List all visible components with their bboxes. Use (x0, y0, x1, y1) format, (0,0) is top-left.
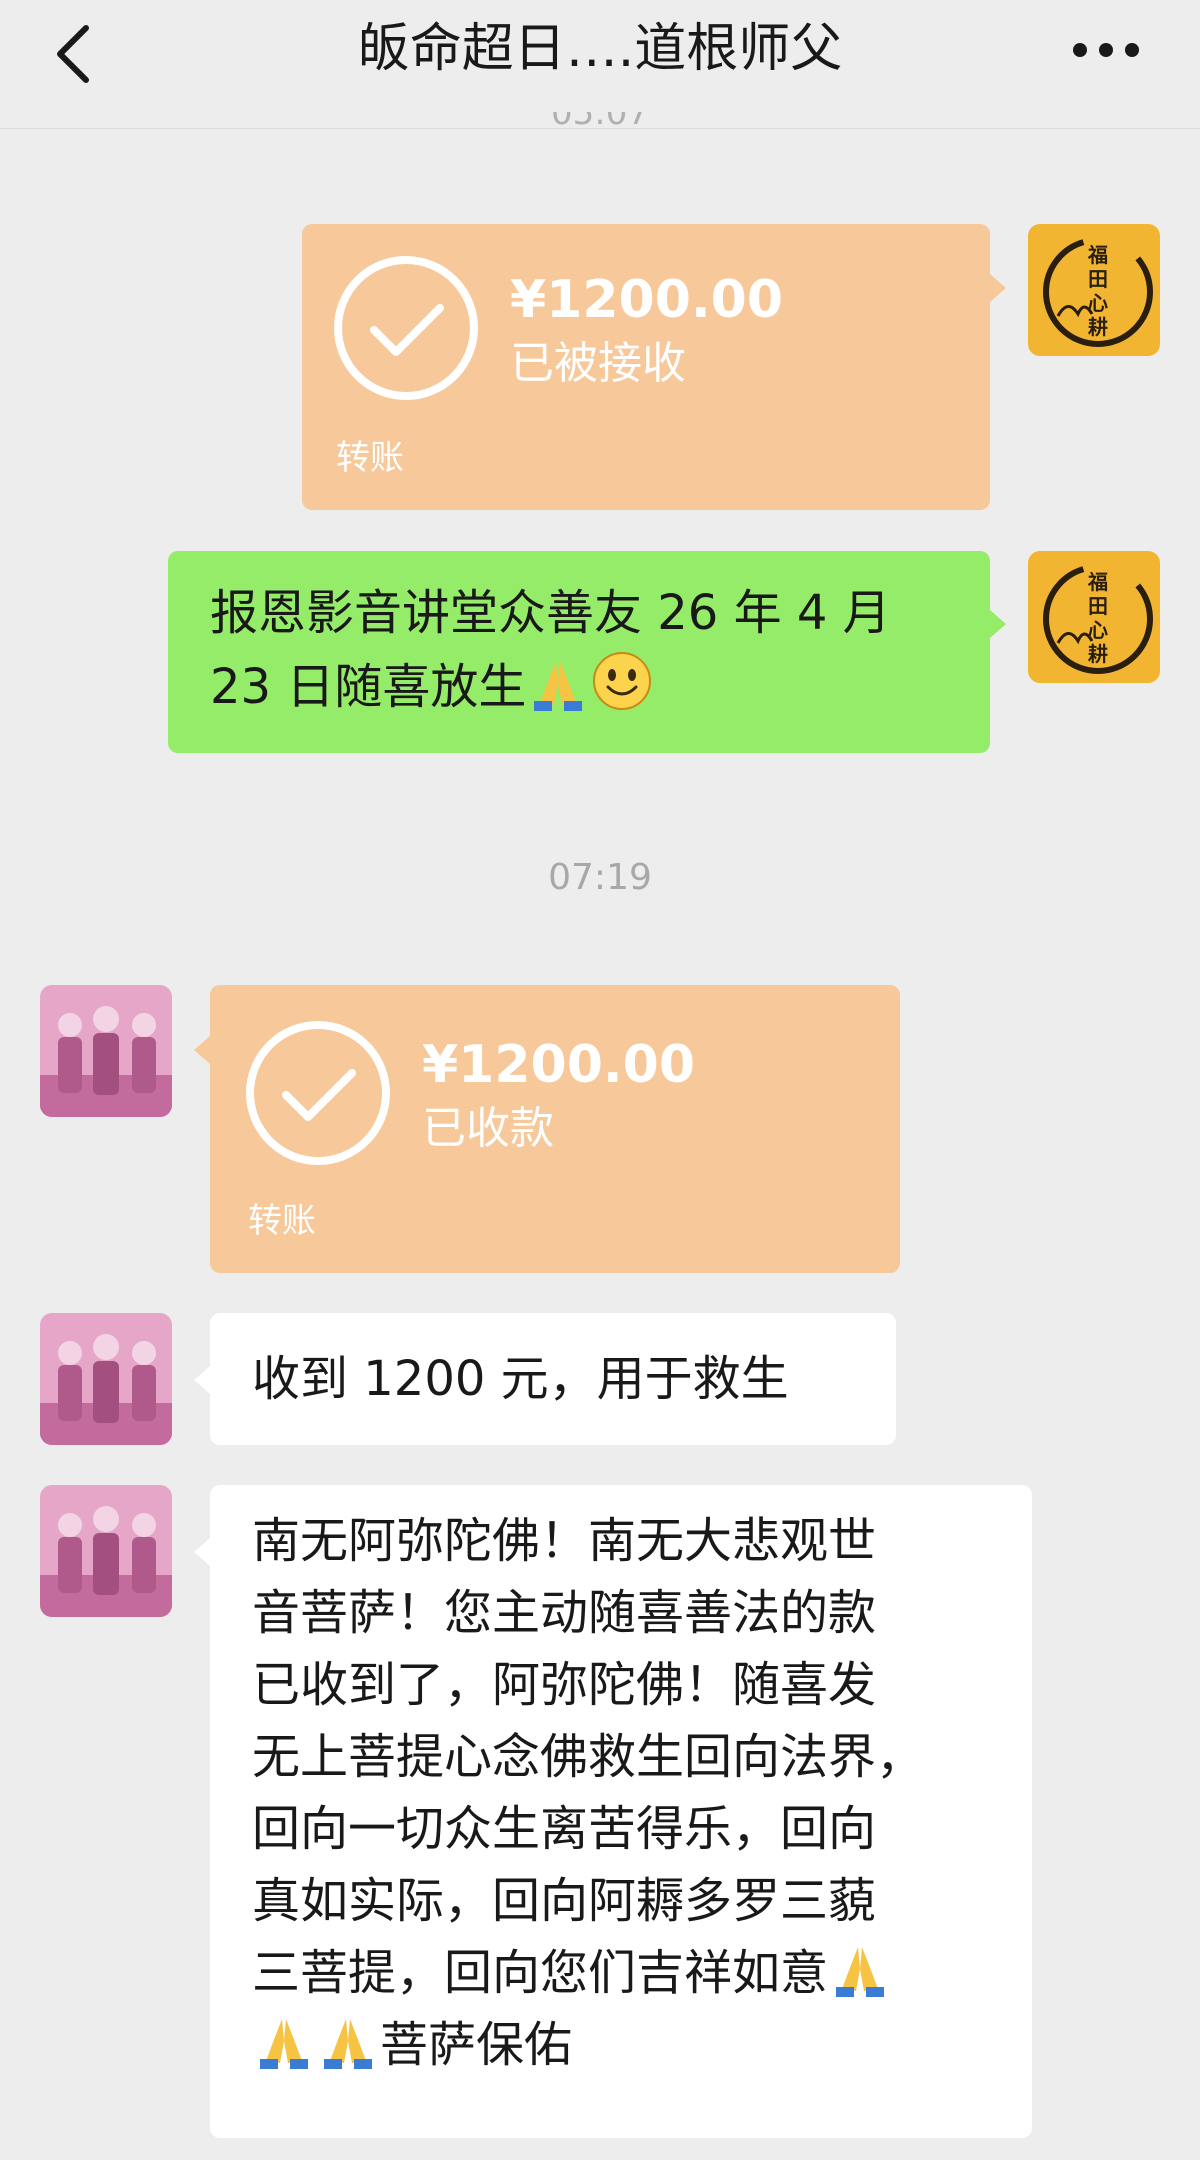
transfer-card[interactable]: ¥1200.00 已被接收 转账 (302, 224, 990, 510)
folded-hands-emoji (534, 661, 583, 711)
message-text-line: 菩萨保佑 (252, 2009, 1012, 2081)
folded-hands-emoji (260, 2019, 308, 2069)
chat-header: 皈命超日….道根师父 (0, 0, 1200, 129)
more-dots-icon (1073, 43, 1139, 57)
message-text-line: 三菩提，回向您们吉祥如意 (252, 1937, 1012, 2009)
contact-avatar[interactable] (40, 1485, 172, 1617)
transfer-label: 转账 (248, 1201, 316, 1241)
transfer-card[interactable]: ¥1200.00 已收款 转账 (210, 985, 900, 1273)
chevron-left-icon (57, 25, 89, 83)
contact-avatar[interactable] (40, 985, 172, 1117)
message-text-line: 23 日随喜放生 (210, 649, 950, 723)
transfer-status: 已收款 (422, 1103, 554, 1154)
svg-text:耕: 耕 (1088, 315, 1108, 339)
time-divider: 07:19 (548, 857, 652, 898)
back-button[interactable] (52, 22, 96, 86)
check-circle-icon (246, 1021, 390, 1165)
message-text-line: 音菩萨！您主动随喜善法的款 (252, 1585, 877, 1641)
message-bubble[interactable]: 收到 1200 元，用于救生 (210, 1313, 896, 1445)
contact-avatar[interactable] (40, 1313, 172, 1445)
bubble-tail (194, 1366, 210, 1394)
svg-text:田: 田 (1088, 267, 1108, 291)
svg-text:心: 心 (1088, 618, 1108, 642)
message-text-line: 回向一切众生离苦得乐，回向 (252, 1801, 877, 1857)
message-text-line: 真如实际，回向阿耨多罗三藐 (252, 1873, 877, 1929)
time-divider-partial: 05:07 (551, 112, 649, 132)
message-text-line: 已收到了，阿弥陀佛！随喜发 (252, 1657, 877, 1713)
self-avatar[interactable]: 福 田 心 耕 (1028, 224, 1160, 356)
more-button[interactable] (1070, 36, 1142, 64)
svg-text:田: 田 (1088, 594, 1108, 618)
message-text: 收到 1200 元，用于救生 (252, 1351, 789, 1407)
folded-hands-emoji (324, 2019, 372, 2069)
message-bubble[interactable]: 南无阿弥陀佛！南无大悲观世 音菩萨！您主动随喜善法的款 已收到了，阿弥陀佛！随喜… (210, 1485, 1032, 2138)
transfer-amount: ¥1200.00 (422, 1035, 696, 1095)
svg-text:福: 福 (1087, 570, 1108, 594)
check-circle-icon (334, 256, 478, 400)
message-text-line: 南无阿弥陀佛！南无大悲观世 (252, 1513, 877, 1569)
folded-hands-emoji (836, 1947, 885, 1997)
svg-text:心: 心 (1088, 291, 1108, 315)
bubble-tail (194, 1538, 210, 1566)
transfer-label: 转账 (336, 438, 404, 478)
svg-text:福: 福 (1087, 243, 1108, 267)
chat-title: 皈命超日….道根师父 (357, 19, 843, 79)
message-bubble[interactable]: 报恩影音讲堂众善友 26 年 4 月 23 日随喜放生 (168, 551, 990, 753)
transfer-amount: ¥1200.00 (510, 270, 784, 330)
transfer-status: 已被接收 (510, 338, 686, 389)
bubble-tail (990, 274, 1006, 302)
bubble-tail (990, 610, 1006, 638)
bubble-tail (194, 1036, 210, 1064)
message-text-line: 报恩影音讲堂众善友 26 年 4 月 (210, 585, 891, 641)
message-text-line: 无上菩提心念佛救生回向法界， (252, 1729, 925, 1785)
self-avatar[interactable]: 福 田 心 耕 (1028, 551, 1160, 683)
svg-text:耕: 耕 (1088, 642, 1108, 666)
smile-emoji (593, 652, 652, 710)
